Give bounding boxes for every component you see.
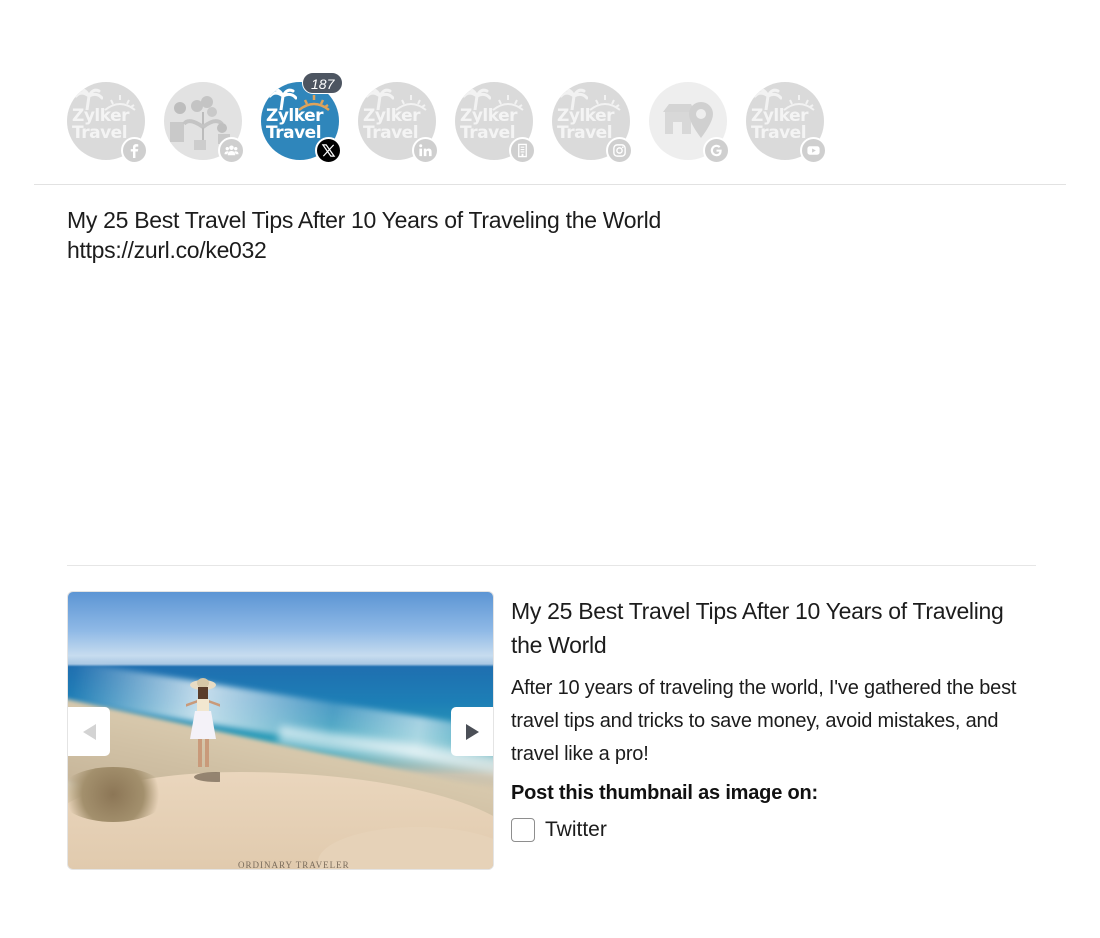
character-count-badge: 187 [302, 72, 344, 94]
network-badge [800, 137, 827, 164]
instagram-icon [613, 144, 626, 157]
group-icon [224, 145, 239, 156]
preview-description[interactable]: After 10 years of traveling the world, I… [511, 672, 1031, 771]
network-badge [315, 137, 342, 164]
account-instagram[interactable]: Zylker Travel [552, 82, 633, 164]
link-preview-image: ORDINARY TRAVELER [67, 591, 494, 870]
linkedin-icon [419, 144, 432, 157]
network-badge [412, 137, 439, 164]
network-badge [121, 137, 148, 164]
account-google-business[interactable] [649, 82, 730, 164]
preview-title[interactable]: My 25 Best Travel Tips After 10 Years of… [511, 594, 1031, 662]
link-preview-info: My 25 Best Travel Tips After 10 Years of… [511, 594, 1031, 845]
person-figure [186, 678, 220, 782]
x-icon [321, 144, 336, 157]
post-text-line: My 25 Best Travel Tips After 10 Years of… [67, 207, 661, 233]
account-youtube[interactable]: Zylker Travel [746, 82, 827, 164]
post-thumbnail-twitter-option[interactable]: Twitter [511, 815, 1031, 845]
facebook-icon [130, 144, 139, 158]
account-linkedin-page[interactable]: Zylker Travel [455, 82, 536, 164]
twitter-checkbox[interactable] [511, 818, 535, 842]
carousel-prev-button[interactable] [68, 707, 110, 756]
network-badge [218, 137, 245, 164]
post-link: https://zurl.co/ke032 [67, 237, 267, 263]
network-badge [703, 137, 730, 164]
chevron-left-icon [82, 723, 96, 740]
divider [67, 565, 1036, 566]
chevron-right-icon [465, 723, 479, 740]
account-facebook[interactable]: Zylker Travel [67, 82, 148, 164]
google-icon [710, 144, 722, 157]
thumbnail-option-label: Post this thumbnail as image on: [511, 782, 818, 804]
youtube-icon [807, 146, 820, 155]
building-icon [518, 143, 527, 158]
account-linkedin[interactable]: Zylker Travel [358, 82, 439, 164]
post-text-editor[interactable]: My 25 Best Travel Tips After 10 Years of… [67, 205, 1047, 265]
divider [34, 184, 1066, 185]
account-group[interactable] [164, 82, 245, 164]
network-badge [509, 137, 536, 164]
network-badge [606, 137, 633, 164]
checkbox-label: Twitter [545, 818, 607, 841]
image-watermark: ORDINARY TRAVELER [238, 860, 350, 870]
carousel-next-button[interactable] [451, 707, 493, 756]
